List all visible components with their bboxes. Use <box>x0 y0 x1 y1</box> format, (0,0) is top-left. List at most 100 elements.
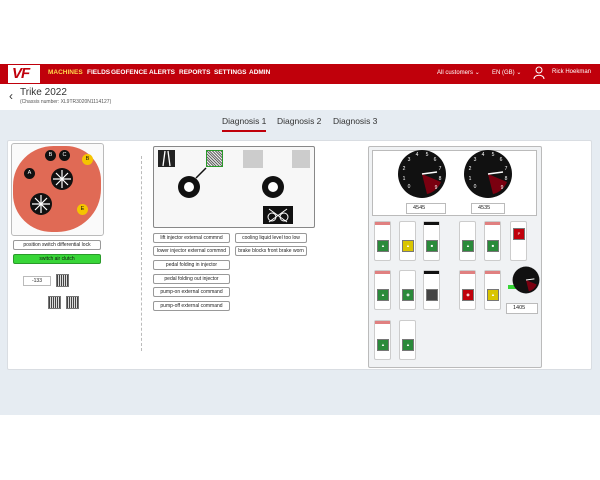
switch-hydraulics: ▲ <box>459 221 476 261</box>
switch-horn: ◉ <box>459 270 476 310</box>
cruise-control-icon: ▲ <box>377 240 389 252</box>
square-icon <box>426 289 438 301</box>
gauge-tick-label: 3 <box>474 157 477 163</box>
position-switch-differential-lock: position switch differential lock <box>13 240 101 250</box>
alert-cooling-liquid: cooling liquid level too low <box>235 233 307 243</box>
gauge-2-value: 4535 <box>471 203 505 214</box>
gauge-tick-label: 0 <box>474 184 477 190</box>
gauge-tick-label: 2 <box>403 166 406 172</box>
gauge-tick-label: 4 <box>416 152 419 158</box>
joystick-button-b: B <box>45 150 56 161</box>
cmd-pump-off: pump-off external command <box>153 301 230 311</box>
gauge-tick-label: 9 <box>435 185 438 191</box>
lever-icon <box>194 166 208 180</box>
nav-alerts[interactable]: ALERTS <box>149 69 175 76</box>
gauge-tick-label: 5 <box>426 152 429 158</box>
joystick-button-b-yellow: B <box>82 154 93 165</box>
lift-icon: ▲ <box>402 339 414 351</box>
chassis-number: (Chassis number: XL9TR3020N1114127) <box>20 99 112 105</box>
nav-geofence[interactable]: GEOFENCE <box>111 69 147 76</box>
chevron-down-icon: ⌄ <box>474 70 480 76</box>
rpm-icon: ▲ <box>377 289 389 301</box>
language-select[interactable]: EN (GB) ⌄ <box>492 69 521 76</box>
gauge-tick-label: 6 <box>434 157 437 163</box>
active-tab-indicator <box>222 130 266 132</box>
valve-icon: ■ <box>487 240 499 252</box>
blank-indicator <box>243 150 263 168</box>
user-name[interactable]: Rick Hoekman <box>552 69 591 75</box>
gauge-tick-label: 7 <box>505 166 508 172</box>
brake-warning-icon <box>263 206 293 224</box>
cmd-pedal-folding-out: pedal folding out injector <box>153 274 230 284</box>
hatch-indicator <box>56 274 69 287</box>
blank-indicator <box>292 150 310 168</box>
page-title: Trike 2022 <box>20 87 67 98</box>
switch-circle-arrows: ◉ <box>399 270 416 310</box>
nav-machines[interactable]: MACHINES <box>48 69 83 76</box>
gauge-tick-label: 2 <box>469 166 472 172</box>
switch-rpm: ▲ <box>374 270 391 310</box>
switch-seat-2: ▲ <box>484 270 501 310</box>
gauge-tick-label: 1 <box>403 176 406 182</box>
switch-seat: ▲ <box>399 221 416 261</box>
gauge-tick-label: 8 <box>505 176 508 182</box>
nav-fields[interactable]: FIELDS <box>87 69 110 76</box>
rpm-gauge-3 <box>512 266 540 294</box>
tab-diagnosis-3[interactable]: Diagnosis 3 <box>333 116 377 126</box>
rpm-gauge-2: 0 1 2 3 4 5 6 7 8 9 <box>464 150 512 198</box>
customer-select[interactable]: All customers ⌄ <box>437 69 480 76</box>
switch-rpm-2: ▲ <box>374 320 391 360</box>
switch-air-clutch: switch air clutch <box>13 254 101 264</box>
joystick-button-a: A <box>24 168 35 179</box>
nav-reports[interactable]: REPORTS <box>179 69 210 76</box>
nav-admin[interactable]: ADMIN <box>249 69 270 76</box>
hatched-indicator-green <box>206 150 223 167</box>
brand-logo[interactable]: VF <box>8 65 40 83</box>
joystick-button-c: C <box>59 150 70 161</box>
switch-cruise: ▲ <box>374 221 391 261</box>
section-divider <box>141 156 142 351</box>
gauge-tick-label: 0 <box>408 184 411 190</box>
rpm-icon: ▲ <box>377 339 389 351</box>
gauge-3-value: 1405 <box>506 303 538 314</box>
joystick-arrows-icon <box>50 167 74 191</box>
switch-valve: ■ <box>484 221 501 261</box>
gauge-tick-label: 9 <box>501 185 504 191</box>
road-icon <box>158 150 175 167</box>
joystick-arrows-icon <box>29 192 53 216</box>
cmd-pump-on: pump-on external command <box>153 287 230 297</box>
seat-icon: ▲ <box>487 289 499 301</box>
gauge-tick-label: 8 <box>439 176 442 182</box>
page-header <box>0 84 600 110</box>
cmd-lift-injector: lift injector external commnd <box>153 233 230 243</box>
hatch-indicator <box>48 296 61 309</box>
chevron-down-icon: ⌄ <box>516 70 522 76</box>
switch-lift: ▲ <box>399 320 416 360</box>
user-icon[interactable] <box>533 66 545 80</box>
cmd-pedal-folding-in: pedal folding in injector <box>153 260 230 270</box>
tab-diagnosis-1[interactable]: Diagnosis 1 <box>222 116 266 126</box>
cmd-lower-injector: lower injector external commnd <box>153 246 230 256</box>
gauge-tick-label: 3 <box>408 157 411 163</box>
gauge-tick-label: 6 <box>500 157 503 163</box>
rpm-gauge-1: 0 1 2 3 4 5 6 7 8 9 <box>398 150 446 198</box>
joystick-value: -133 <box>23 276 51 286</box>
gauge-1-value: 4545 <box>406 203 446 214</box>
chevron-left-icon[interactable]: ‹ <box>9 89 13 103</box>
logo-text: VF <box>12 65 30 82</box>
parking-brake-icon: P <box>513 228 525 240</box>
nav-settings[interactable]: SETTINGS <box>214 69 247 76</box>
circle-arrows-icon: ◉ <box>402 289 414 301</box>
gauge-tick-label: 1 <box>469 176 472 182</box>
switch-square <box>423 270 440 310</box>
diff-lock-icon: ■ <box>426 240 438 252</box>
round-knob <box>262 176 284 198</box>
hatch-indicator <box>66 296 79 309</box>
horn-icon: ◉ <box>462 289 474 301</box>
gauge-tick-label: 4 <box>482 152 485 158</box>
seat-icon: ▲ <box>402 240 414 252</box>
tab-diagnosis-2[interactable]: Diagnosis 2 <box>277 116 321 126</box>
switch-parking-brake: P <box>510 221 527 261</box>
gauge-tick-label: 7 <box>439 166 442 172</box>
joystick-button-e: E <box>77 204 88 215</box>
